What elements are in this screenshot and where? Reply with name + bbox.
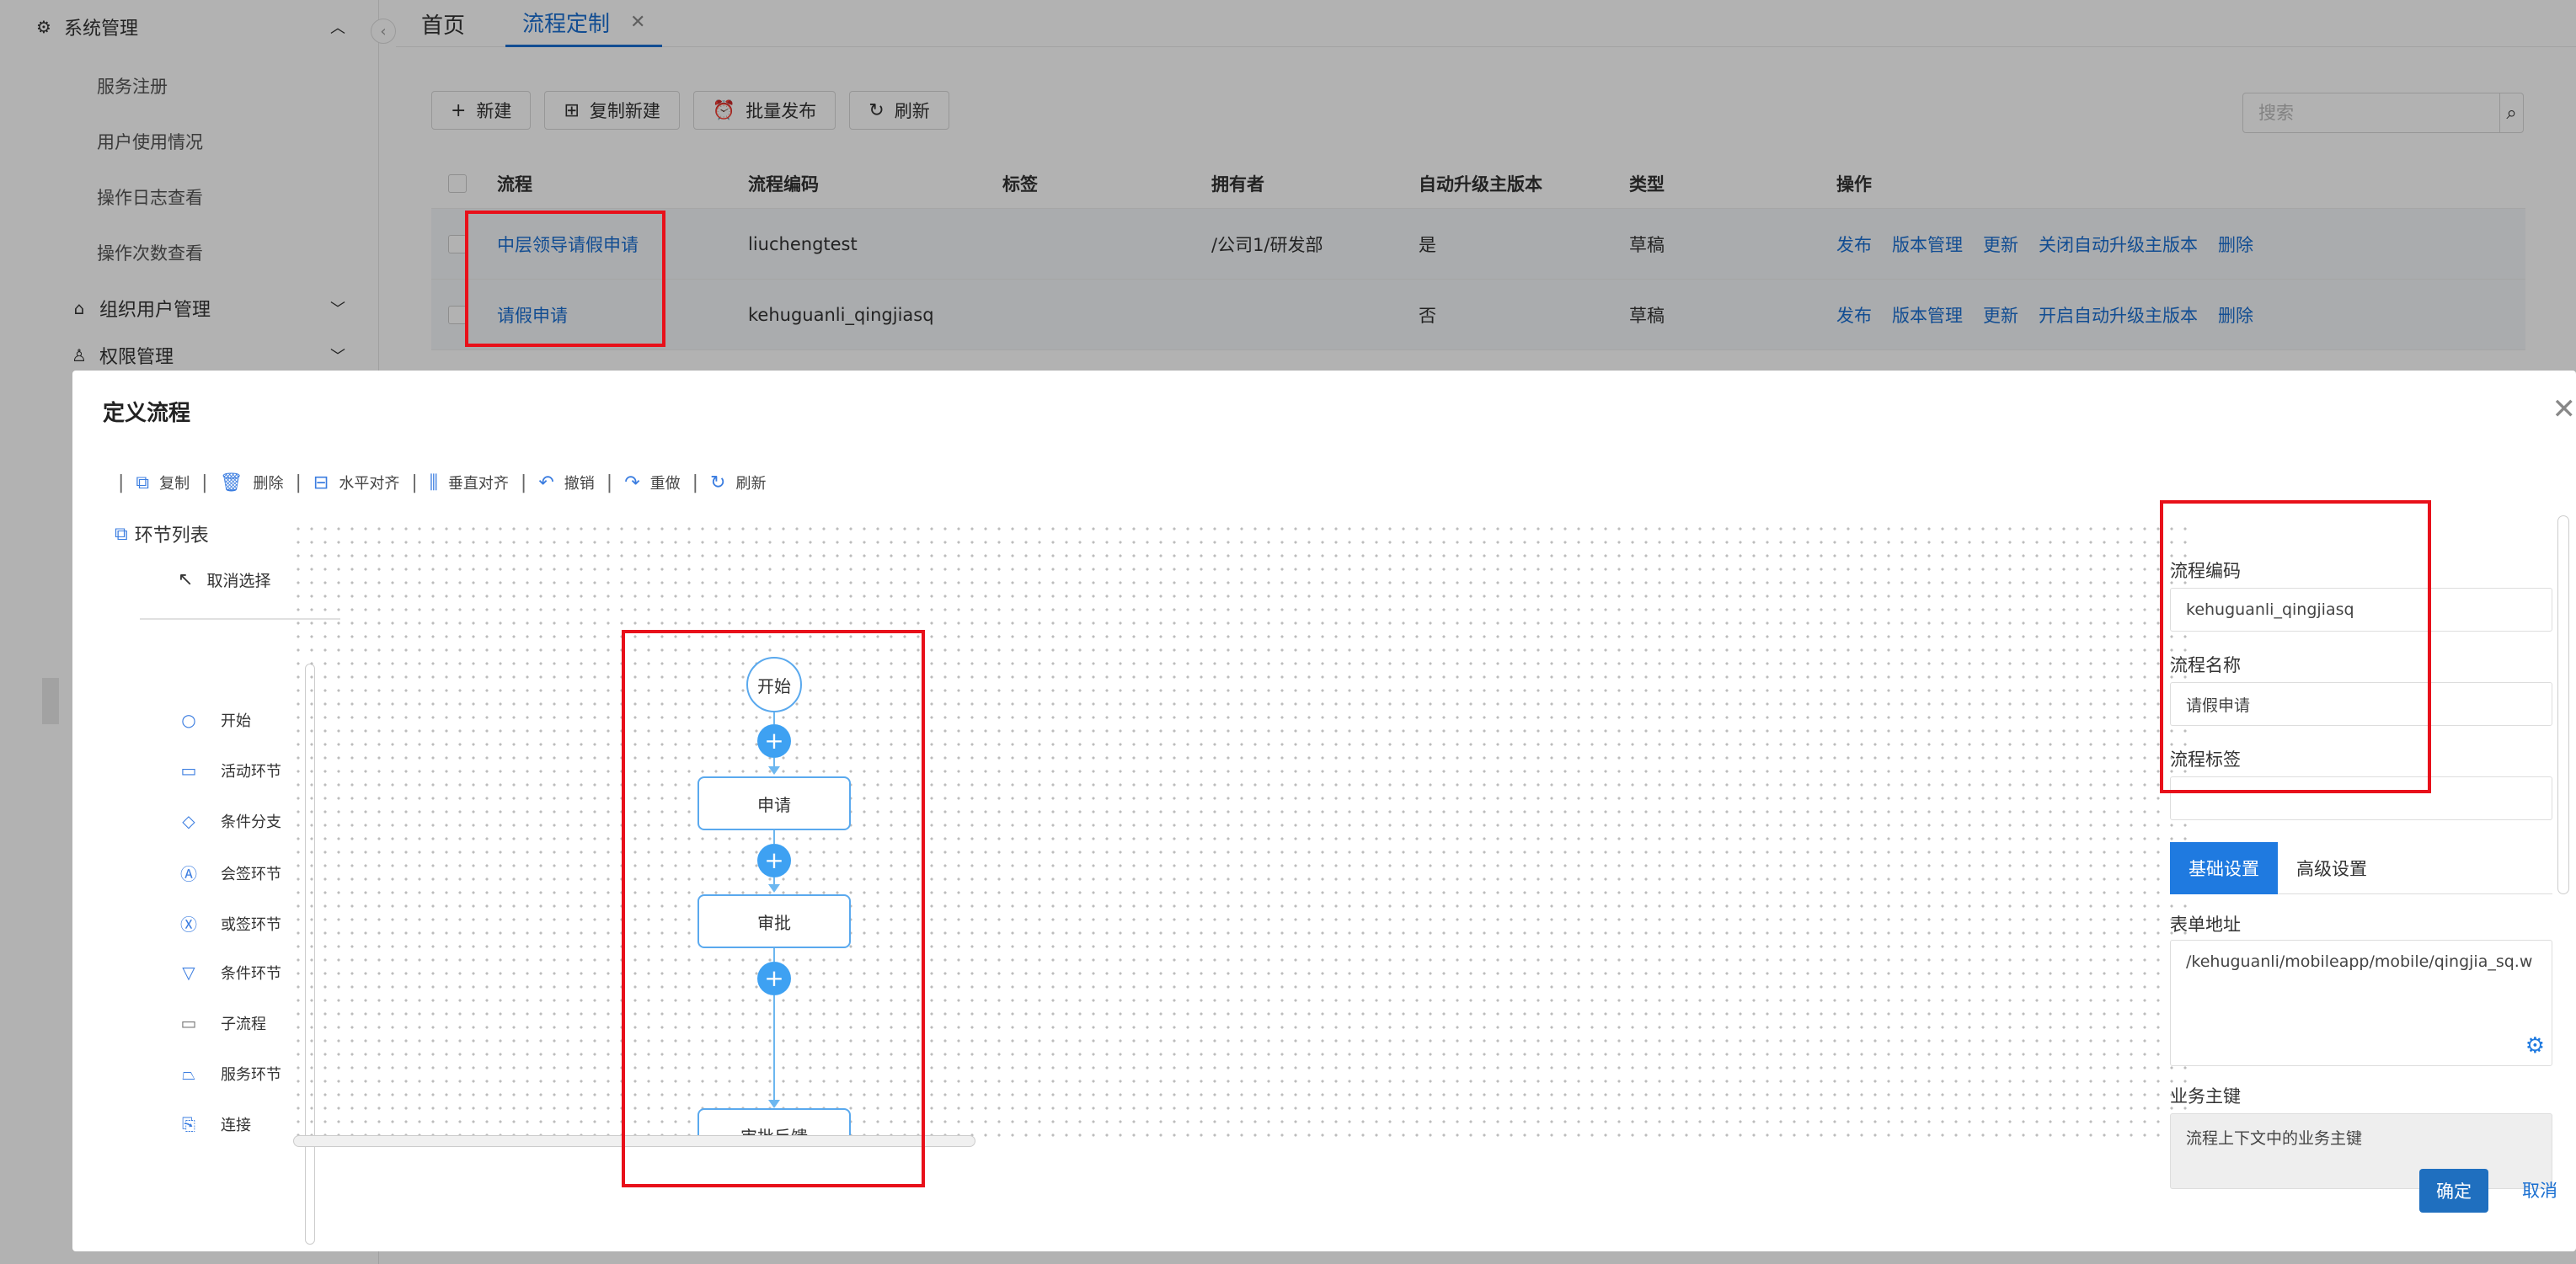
define-process-dialog: 定义流程 ✕ | ⧉ 复制 | 🗑 删除 | ⊟ 水平对齐 | ⫼ 垂直对齐 | ↶ 撤销… [72, 371, 2576, 1251]
refresh-icon: ↻ [710, 472, 726, 493]
palette-title-text: 环节列表 [134, 525, 209, 547]
form-url-field[interactable]: /kehuguanli/mobileapp/mobile/qingjia_sq.… [2170, 940, 2552, 1066]
node-approve[interactable]: 审批 [697, 894, 851, 948]
redo-label: 重做 [649, 475, 681, 493]
properties-scrollbar[interactable] [2557, 515, 2569, 894]
refresh-tool[interactable]: ↻ 刷新 [710, 472, 766, 493]
redo-tool[interactable]: ↷ 重做 [624, 472, 680, 493]
refresh-tool-label: 刷新 [735, 475, 767, 493]
business-key-field[interactable]: 流程上下文中的业务主键 [2170, 1113, 2552, 1189]
flow-edge [773, 948, 775, 962]
process-code-label: 流程编码 [2170, 561, 2241, 581]
process-tag-label: 流程标签 [2170, 749, 2241, 770]
toolbar-separator: | [606, 472, 613, 493]
copy-tool[interactable]: ⧉ 复制 [136, 472, 190, 493]
confirm-button[interactable]: 确定 [2419, 1169, 2488, 1213]
form-url-label: 表单地址 [2170, 915, 2241, 935]
cancel-select-label: 取消选择 [206, 572, 271, 590]
properties-panel: 流程编码 kehuguanli_qingjiasq 流程名称 请假申请 流程标签… [2170, 514, 2574, 1189]
nodes-icon: ⧉ [115, 523, 128, 545]
undo-icon: ↶ [538, 472, 554, 493]
palette-item-start[interactable]: ○ 开始 [174, 709, 251, 731]
palette-title: ⧉ 环节列表 [115, 520, 209, 547]
palette-item-subprocess[interactable]: ▭ 子流程 [174, 1012, 266, 1034]
palette-item-service[interactable]: ⏢ 服务环节 [174, 1063, 281, 1085]
palette-item-label: 子流程 [221, 1016, 266, 1033]
diamond-icon: ◇ [182, 811, 195, 831]
trash-icon: 🗑 [219, 472, 243, 493]
toolbar-separator: | [411, 472, 418, 493]
cursor-icon: ↖ [178, 569, 194, 590]
palette-item-label: 连接 [221, 1117, 251, 1134]
palette-item-label: 服务环节 [221, 1066, 281, 1084]
toolbar-separator: | [520, 472, 527, 493]
editor-toolbar: | ⧉ 复制 | 🗑 删除 | ⊟ 水平对齐 | ⫼ 垂直对齐 | ↶ 撤销 | ↷ 重做 … [106, 472, 766, 493]
palette-item-label: 活动环节 [221, 763, 281, 781]
canvas-horizontal-scrollbar[interactable] [293, 1135, 975, 1147]
process-name-label: 流程名称 [2170, 655, 2241, 675]
flow-canvas[interactable]: 开始 + 申请 + 审批 + 审批反馈 [291, 522, 2197, 1147]
tab-basic-settings[interactable]: 基础设置 [2170, 842, 2278, 894]
arrow-down-icon [768, 766, 780, 775]
palette-item-label: 条件环节 [221, 965, 281, 983]
toolbar-separator: | [201, 472, 208, 493]
countersign-icon: Ⓐ [180, 864, 197, 884]
palette-item-label: 会签环节 [221, 865, 281, 883]
flow-edge [773, 995, 775, 1101]
align-horizontal-tool[interactable]: ⊟ 水平对齐 [313, 472, 399, 493]
form-url-value: /kehuguanli/mobileapp/mobile/qingjia_sq.… [2186, 952, 2533, 971]
arrow-down-icon [768, 1100, 780, 1108]
copy-icon: ⧉ [136, 472, 150, 493]
toolbar-separator: | [295, 472, 302, 493]
start-node[interactable]: 开始 [746, 657, 802, 712]
settings-tabs: 基础设置 高级设置 [2170, 842, 2552, 894]
delete-tool[interactable]: 🗑 删除 [220, 472, 284, 493]
align-horizontal-label: 水平对齐 [339, 475, 400, 493]
palette-item-condition[interactable]: ▽ 条件环节 [174, 962, 281, 984]
arrow-down-icon [768, 884, 780, 893]
toolbar-separator: | [692, 472, 699, 493]
or-sign-icon: Ⓧ [180, 915, 197, 935]
add-node-button[interactable]: + [757, 724, 791, 758]
circle-icon: ○ [181, 710, 196, 730]
node-apply[interactable]: 申请 [697, 776, 851, 830]
palette-item-activity[interactable]: ▭ 活动环节 [174, 760, 281, 781]
palette-item-countersign[interactable]: Ⓐ 会签环节 [174, 861, 281, 885]
delete-tool-label: 删除 [253, 475, 284, 493]
connect-icon: ⎘ [182, 1114, 195, 1134]
trapezoid-icon: ⏢ [182, 1064, 195, 1084]
add-node-button[interactable]: + [757, 844, 791, 877]
process-tag-field[interactable] [2170, 776, 2552, 820]
palette-item-label: 或签环节 [221, 915, 281, 934]
toolbar-separator: | [118, 472, 125, 493]
palette-item-connect[interactable]: ⎘ 连接 [174, 1113, 251, 1135]
process-name-field[interactable]: 请假申请 [2170, 682, 2552, 726]
subprocess-icon: ▭ [180, 1013, 197, 1033]
close-icon[interactable]: ✕ [2552, 392, 2576, 426]
align-horizontal-icon: ⊟ [313, 472, 329, 493]
align-vertical-label: 垂直对齐 [447, 475, 509, 493]
cancel-button[interactable]: 取消 [2522, 1177, 2557, 1203]
add-node-button[interactable]: + [757, 962, 791, 995]
palette-item-label: 开始 [221, 712, 251, 730]
undo-label: 撤销 [564, 475, 595, 493]
palette-item-condition-branch[interactable]: ◇ 条件分支 [174, 810, 281, 832]
palette-item-label: 条件分支 [221, 813, 281, 831]
align-vertical-icon: ⫼ [429, 472, 438, 493]
triangle-down-icon: ▽ [182, 963, 195, 983]
tab-advanced-settings[interactable]: 高级设置 [2278, 842, 2386, 894]
redo-icon: ↷ [624, 472, 640, 493]
cancel-select-button[interactable]: ↖ 取消选择 [178, 568, 270, 591]
copy-tool-label: 复制 [159, 475, 190, 493]
process-code-field[interactable]: kehuguanli_qingjiasq [2170, 588, 2552, 632]
dialog-title: 定义流程 [103, 401, 191, 426]
align-vertical-tool[interactable]: ⫼ 垂直对齐 [430, 472, 509, 493]
business-key-label: 业务主键 [2170, 1086, 2241, 1107]
gear-icon[interactable]: ⚙ [2525, 1033, 2545, 1059]
palette-item-or-sign[interactable]: Ⓧ 或签环节 [174, 911, 281, 936]
undo-tool[interactable]: ↶ 撤销 [538, 472, 594, 493]
flow-edge [773, 830, 775, 844]
rectangle-icon: ▭ [180, 760, 197, 781]
flow-edge [773, 712, 775, 724]
